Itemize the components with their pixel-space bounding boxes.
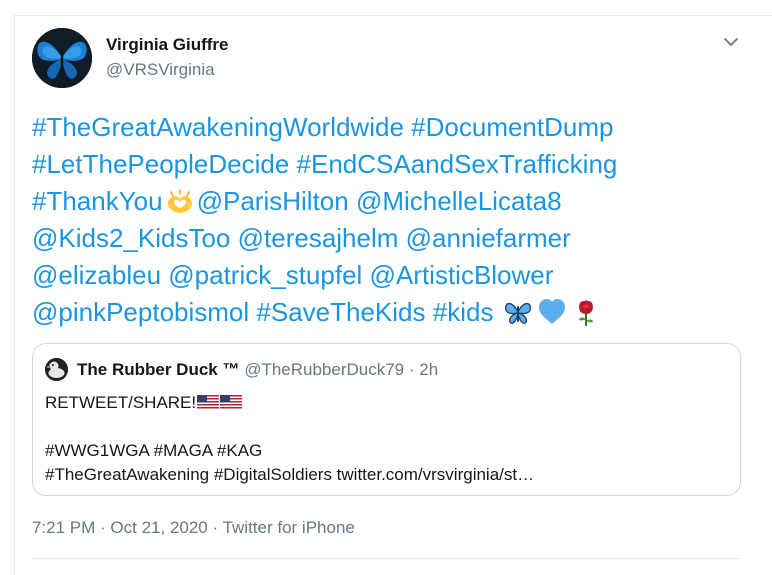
tweet-source[interactable]: Twitter for iPhone <box>223 518 355 537</box>
rubber-duck-avatar-icon <box>45 358 68 381</box>
mention-link[interactable]: @teresajhelm <box>238 223 399 253</box>
separator: · <box>207 518 223 537</box>
mention-link[interactable]: @anniefarmer <box>406 223 571 253</box>
us-flag-icon <box>197 395 220 410</box>
quoted-text: RETWEET/SHARE! #WWG1WGA #MAGA #KAG #TheG… <box>45 391 725 487</box>
mention-link[interactable]: @Kids2_KidsToo <box>32 223 230 253</box>
butterfly-emoji-icon <box>503 297 533 327</box>
rose-emoji-icon <box>571 297 601 327</box>
mention-link[interactable]: @patrick_stupfel <box>168 260 362 290</box>
tweet-line: @Kids2_KidsToo @teresajhelm @anniefarmer <box>32 220 732 257</box>
butterfly-avatar-icon <box>32 28 92 88</box>
author-handle[interactable]: @VRSVirginia <box>106 60 215 80</box>
author-name[interactable]: Virginia Giuffre <box>106 35 229 55</box>
hashtag-link[interactable]: #TheGreatAwakeningWorldwide <box>32 112 404 142</box>
tweet-metadata: 7:21 PM · Oct 21, 2020 · Twitter for iPh… <box>32 518 355 538</box>
quoted-line: RETWEET/SHARE! <box>45 391 725 415</box>
mention-link[interactable]: @MichelleLicata8 <box>356 186 562 216</box>
hashtag-link[interactable]: #DocumentDump <box>411 112 613 142</box>
quoted-blank-line <box>45 415 725 439</box>
mention-link[interactable]: @elizableu <box>32 260 161 290</box>
tweet-line: #TheGreatAwakeningWorldwide #DocumentDum… <box>32 109 732 146</box>
mention-link[interactable]: @pinkPeptobismol <box>32 297 249 327</box>
hashtag-link[interactable]: #SaveTheKids <box>256 297 425 327</box>
quoted-line-text: RETWEET/SHARE! <box>45 393 197 412</box>
quoted-line: #TheGreatAwakening #DigitalSoldiers twit… <box>45 465 535 484</box>
quoted-author-name[interactable]: The Rubber Duck ™ <box>77 360 239 379</box>
tweet-line: @pinkPeptobismol #SaveTheKids #kids <box>32 294 732 331</box>
tweet-line: #ThankYou @ParisHilton @MichelleLicata8 <box>32 183 732 220</box>
hashtag-link[interactable]: #LetThePeopleDecide <box>32 149 289 179</box>
quoted-tweet[interactable]: The Rubber Duck ™ @TheRubberDuck79 · 2h … <box>32 343 741 496</box>
tweet-time[interactable]: 7:21 PM <box>32 518 95 537</box>
tweet-line: @elizableu @patrick_stupfel @ArtisticBlo… <box>32 257 732 294</box>
quoted-author-handle-time[interactable]: @TheRubberDuck79 · 2h <box>239 360 438 379</box>
hashtag-link[interactable]: #EndCSAandSexTrafficking <box>297 149 618 179</box>
quoted-author-avatar[interactable] <box>45 358 68 381</box>
more-options-caret-icon[interactable] <box>721 32 741 52</box>
bottom-divider <box>32 558 740 559</box>
tweet-text: #TheGreatAwakeningWorldwide #DocumentDum… <box>32 109 732 331</box>
blue-heart-emoji-icon <box>537 297 567 327</box>
heart-hands-emoji-icon <box>165 186 195 216</box>
hashtag-link[interactable]: #ThankYou <box>32 186 163 216</box>
tweet-date[interactable]: Oct 21, 2020 <box>110 518 207 537</box>
quoted-line: #WWG1WGA #MAGA #KAG <box>45 441 263 460</box>
separator: · <box>95 518 111 537</box>
hashtag-link[interactable]: #kids <box>433 297 494 327</box>
mention-link[interactable]: @ArtisticBlower <box>370 260 554 290</box>
us-flag-icon <box>220 395 243 410</box>
mention-link[interactable]: @ParisHilton <box>197 186 349 216</box>
left-border <box>14 15 15 575</box>
quoted-header: The Rubber Duck ™ @TheRubberDuck79 · 2h <box>77 360 438 380</box>
top-divider <box>14 15 772 16</box>
author-avatar[interactable] <box>32 28 92 88</box>
tweet-line: #LetThePeopleDecide #EndCSAandSexTraffic… <box>32 146 732 183</box>
